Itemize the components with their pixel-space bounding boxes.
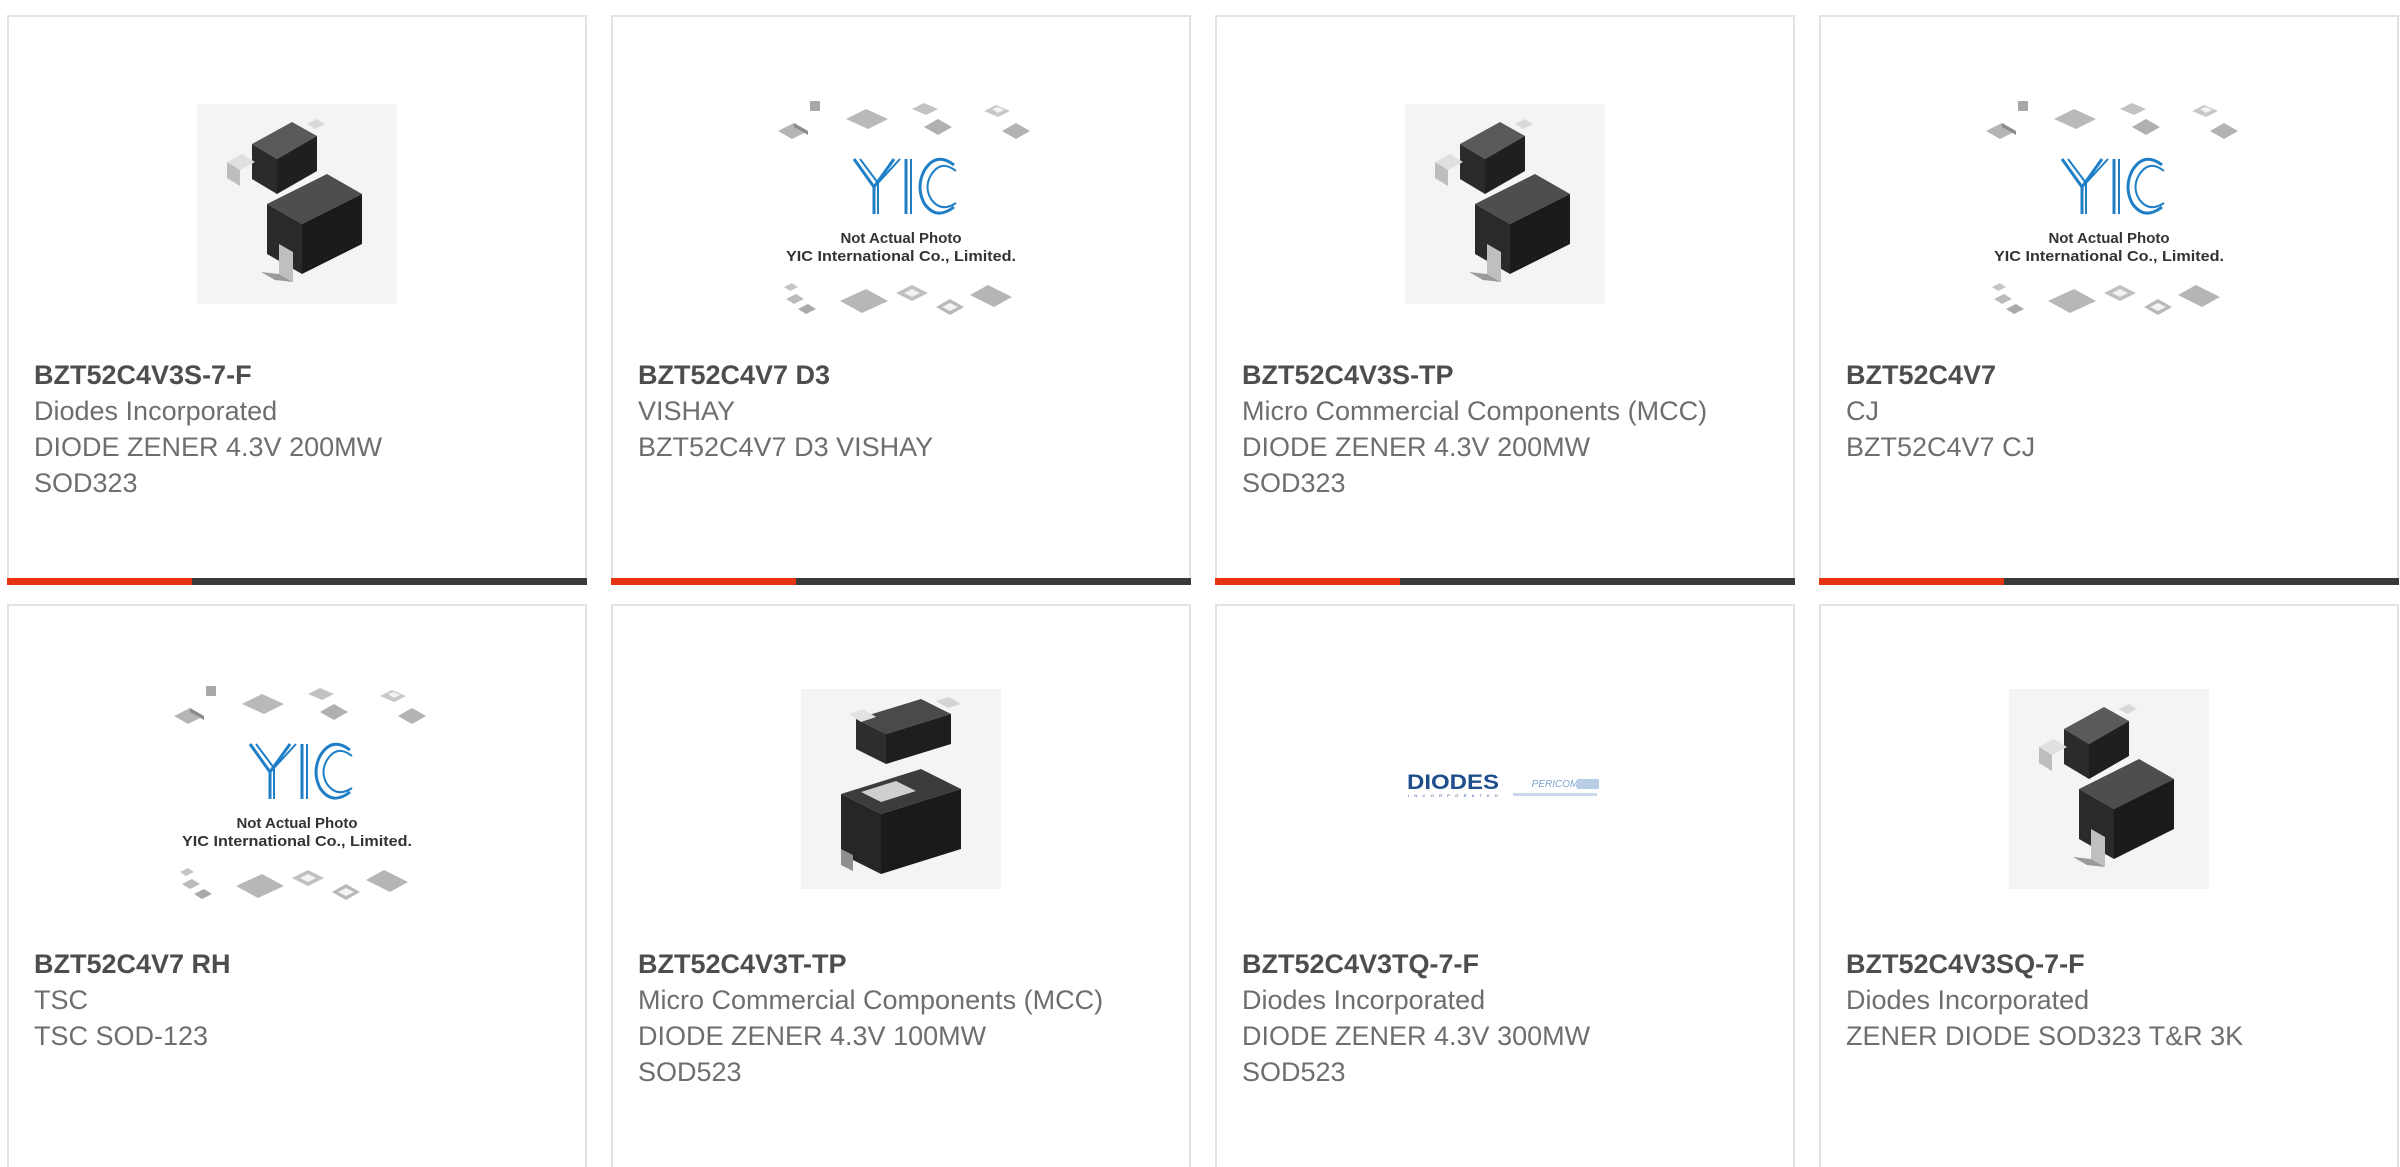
placeholder-caption-line1: Not Actual Photo <box>840 230 961 247</box>
svg-text:PERICOM: PERICOM <box>1532 779 1579 790</box>
description: TSC SOD-123 <box>34 1021 209 1051</box>
product-image[interactable]: Not Actual Photo YIC International Co., L… <box>1821 79 2397 329</box>
description-line-2: SOD523 <box>638 1057 742 1087</box>
placeholder-caption-line1: Not Actual Photo <box>2048 230 2169 247</box>
card-accent-bar <box>611 578 1191 585</box>
dark-segment <box>1400 578 1795 585</box>
part-number[interactable]: BZT52C4V7 <box>1846 357 2372 393</box>
product-info: BZT52C4V3S-TP Micro Commercial Component… <box>1242 357 1768 501</box>
card-accent-bar <box>7 578 587 585</box>
accent-segment <box>1215 578 1400 585</box>
accent-segment <box>611 578 796 585</box>
manufacturer: Diodes Incorporated <box>34 396 278 426</box>
product-image[interactable] <box>1217 79 1793 329</box>
product-info: BZT52C4V7 CJ BZT52C4V7 CJ <box>1846 357 2372 465</box>
product-info: BZT52C4V3S-7-F Diodes Incorporated DIODE… <box>34 357 560 501</box>
manufacturer: CJ <box>1846 396 1879 426</box>
manufacturer: TSC <box>34 985 88 1015</box>
diodes-pericom-logo-icon: DIODESINCORPORATEDPERICOM <box>1407 771 1599 798</box>
card-accent-bar <box>1819 578 2399 585</box>
description: ZENER DIODE SOD323 T&R 3K <box>1846 1021 2244 1051</box>
accent-segment <box>1819 578 2004 585</box>
description: BZT52C4V7 D3 VISHAY <box>638 432 934 462</box>
product-image[interactable]: Not Actual Photo YIC International Co., L… <box>613 79 1189 329</box>
placeholder-caption-line1: Not Actual Photo <box>236 815 357 832</box>
yic-placeholder-icon: Not Actual PhotoYIC International Co., L… <box>778 101 1030 315</box>
product-card-8[interactable]: BZT52C4V3SQ-7-F Diodes Incorporated ZENE… <box>1819 604 2399 1167</box>
product-image[interactable] <box>9 79 585 329</box>
sod323-package-icon <box>1405 104 1605 304</box>
part-number[interactable]: BZT52C4V3T-TP <box>638 946 1164 982</box>
placeholder-caption-line2: YIC International Co., Limited. <box>786 248 1016 265</box>
sod323-package-icon <box>197 104 397 304</box>
manufacturer: Micro Commercial Components (MCC) <box>1242 396 1708 426</box>
description-line-2: SOD323 <box>34 468 138 498</box>
accent-segment <box>7 578 192 585</box>
card-accent-bar <box>1215 578 1795 585</box>
yic-placeholder-icon: Not Actual PhotoYIC International Co., L… <box>174 686 426 900</box>
part-number[interactable]: BZT52C4V3TQ-7-F <box>1242 946 1768 982</box>
sod323-package-icon <box>2009 689 2209 889</box>
part-number[interactable]: BZT52C4V3S-7-F <box>34 357 560 393</box>
manufacturer: Diodes Incorporated <box>1242 985 1486 1015</box>
part-number[interactable]: BZT52C4V3S-TP <box>1242 357 1768 393</box>
product-info: BZT52C4V7 RH TSC TSC SOD-123 <box>34 946 560 1054</box>
svg-text:DIODES: DIODES <box>1407 771 1499 794</box>
part-number[interactable]: BZT52C4V7 RH <box>34 946 560 982</box>
part-number[interactable]: BZT52C4V3SQ-7-F <box>1846 946 2372 982</box>
product-image[interactable] <box>613 664 1189 914</box>
product-card-5[interactable]: Not Actual Photo YIC International Co., L… <box>7 604 587 1167</box>
product-image[interactable] <box>1821 664 2397 914</box>
product-info: BZT52C4V7 D3 VISHAY BZT52C4V7 D3 VISHAY <box>638 357 1164 465</box>
description: DIODE ZENER 4.3V 300MW <box>1242 1021 1591 1051</box>
description: BZT52C4V7 CJ <box>1846 432 2036 462</box>
dark-segment <box>192 578 587 585</box>
product-card-6[interactable]: BZT52C4V3T-TP Micro Commercial Component… <box>611 604 1191 1167</box>
product-grid: BZT52C4V3S-7-F Diodes Incorporated DIODE… <box>0 0 2400 1167</box>
placeholder-caption-line2: YIC International Co., Limited. <box>1994 248 2224 265</box>
description: DIODE ZENER 4.3V 200MW <box>1242 432 1591 462</box>
product-card-2[interactable]: Not Actual Photo YIC International Co., L… <box>611 15 1191 585</box>
description-line-2: SOD523 <box>1242 1057 1346 1087</box>
description: DIODE ZENER 4.3V 200MW <box>34 432 383 462</box>
manufacturer: Diodes Incorporated <box>1846 985 2090 1015</box>
manufacturer: Micro Commercial Components (MCC) <box>638 985 1104 1015</box>
description: DIODE ZENER 4.3V 100MW <box>638 1021 987 1051</box>
yic-placeholder-icon: Not Actual PhotoYIC International Co., L… <box>1986 101 2238 315</box>
product-info: BZT52C4V3SQ-7-F Diodes Incorporated ZENE… <box>1846 946 2372 1054</box>
product-card-3[interactable]: BZT52C4V3S-TP Micro Commercial Component… <box>1215 15 1795 585</box>
product-card-1[interactable]: BZT52C4V3S-7-F Diodes Incorporated DIODE… <box>7 15 587 585</box>
product-info: BZT52C4V3TQ-7-F Diodes Incorporated DIOD… <box>1242 946 1768 1090</box>
product-info: BZT52C4V3T-TP Micro Commercial Component… <box>638 946 1164 1090</box>
dark-segment <box>2004 578 2399 585</box>
product-card-7[interactable]: DIODES INCORPORATED PERICOM BZT52C4V3TQ-7-… <box>1215 604 1795 1167</box>
manufacturer: VISHAY <box>638 396 736 426</box>
product-image[interactable]: DIODES INCORPORATED PERICOM <box>1217 664 1793 914</box>
description-line-2: SOD323 <box>1242 468 1346 498</box>
product-card-4[interactable]: Not Actual Photo YIC International Co., L… <box>1819 15 2399 585</box>
part-number[interactable]: BZT52C4V7 D3 <box>638 357 1164 393</box>
product-image[interactable]: Not Actual Photo YIC International Co., L… <box>9 664 585 914</box>
sod523-package-icon <box>801 689 1001 889</box>
placeholder-caption-line2: YIC International Co., Limited. <box>182 833 412 850</box>
dark-segment <box>796 578 1191 585</box>
